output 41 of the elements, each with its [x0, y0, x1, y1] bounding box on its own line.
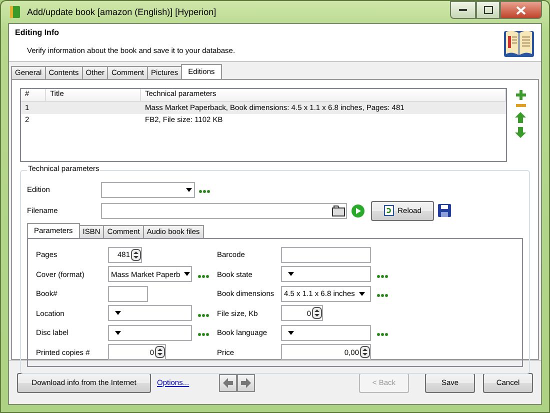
- open-book-icon: [503, 28, 535, 58]
- minimize-icon: [459, 8, 467, 12]
- more-icon[interactable]: [377, 274, 388, 278]
- maximize-icon: [484, 6, 492, 14]
- window-title: Add/update book [amazon (English)] [Hyperion]: [27, 6, 216, 18]
- add-icon[interactable]: [516, 90, 526, 100]
- left-arrow-icon: [223, 378, 234, 388]
- more-icon[interactable]: [198, 314, 209, 317]
- dropdown[interactable]: [281, 266, 371, 282]
- more-icon[interactable]: [199, 190, 210, 193]
- header-title: Editing Info: [15, 28, 60, 38]
- next-button[interactable]: [237, 374, 256, 392]
- maximize-button[interactable]: [476, 1, 500, 19]
- reload-icon: [384, 205, 394, 216]
- move-down-icon[interactable]: [515, 127, 526, 138]
- close-icon: [516, 6, 526, 14]
- spin-arrows-icon[interactable]: [360, 346, 370, 358]
- play-icon[interactable]: [351, 204, 365, 218]
- more-icon[interactable]: [377, 333, 388, 336]
- close-button[interactable]: [500, 1, 542, 19]
- dropdown[interactable]: [281, 324, 371, 341]
- edition-dropdown[interactable]: [101, 182, 195, 198]
- save-icon[interactable]: [438, 204, 451, 217]
- dropdown[interactable]: [108, 324, 192, 341]
- minimize-button[interactable]: [450, 1, 476, 19]
- book-icon: [8, 5, 22, 19]
- more-icon[interactable]: [377, 294, 388, 298]
- spin-arrows-icon[interactable]: [312, 307, 322, 320]
- move-up-icon[interactable]: [515, 112, 526, 123]
- spin-arrows-icon[interactable]: [131, 248, 141, 261]
- dropdown[interactable]: [108, 305, 192, 322]
- text-field[interactable]: [108, 286, 148, 302]
- right-arrow-icon: [241, 378, 252, 388]
- filename-field[interactable]: [101, 202, 347, 218]
- more-icon[interactable]: [198, 274, 209, 278]
- more-icon[interactable]: [198, 333, 209, 336]
- text-field[interactable]: [281, 246, 371, 263]
- previous-button[interactable]: [219, 374, 238, 392]
- folder-icon[interactable]: [332, 204, 346, 216]
- remove-icon[interactable]: [516, 104, 526, 108]
- spin-arrows-icon[interactable]: [155, 346, 165, 358]
